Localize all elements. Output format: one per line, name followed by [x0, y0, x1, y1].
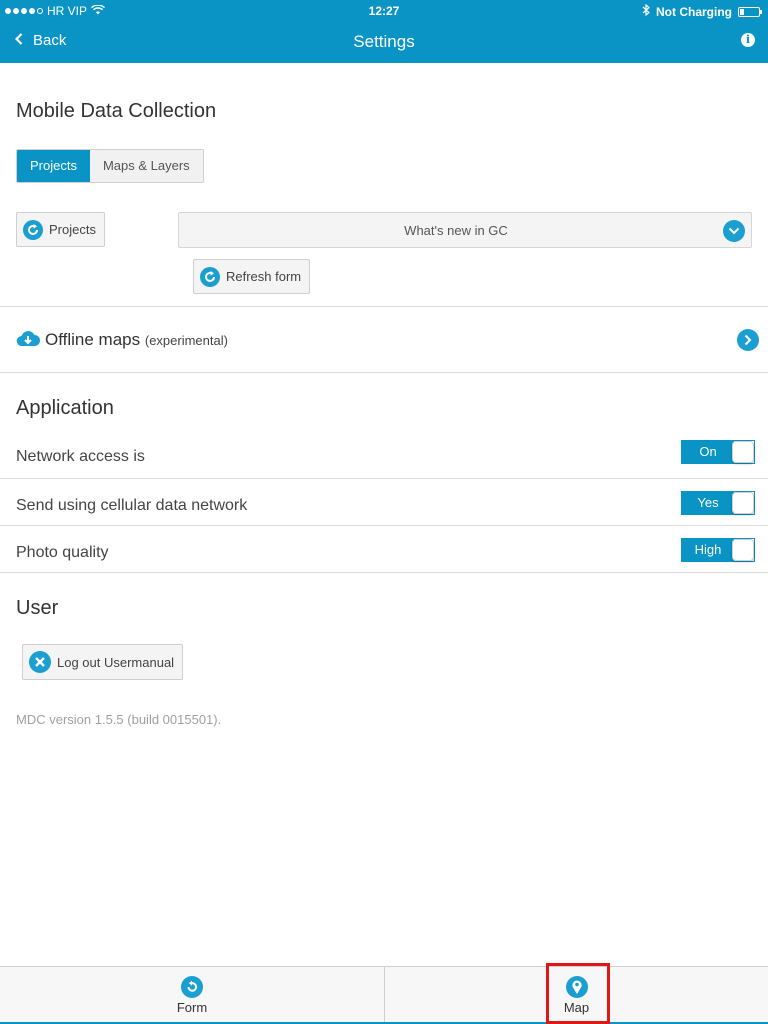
- version-text: MDC version 1.5.5 (build 0015501).: [16, 712, 222, 727]
- tab-map-label: Map: [563, 1000, 590, 1015]
- divider: [0, 372, 768, 373]
- logout-label: Log out Usermanual: [57, 654, 175, 670]
- toggle-knob: [732, 492, 754, 514]
- logout-button[interactable]: Log out Usermanual: [22, 644, 184, 680]
- section-title-application: Application: [16, 397, 114, 419]
- navigation-bar: Back Settings i: [0, 22, 768, 63]
- cellular-data-toggle[interactable]: Yes: [681, 491, 755, 515]
- project-select-value: What's new in GC: [404, 223, 508, 238]
- tab-maps-layers[interactable]: Maps & Layers: [89, 150, 203, 182]
- status-bar: HR VIP 12:27 Not Charging: [0, 0, 768, 22]
- bottom-tab-bar: Form Map: [0, 966, 768, 1024]
- project-select[interactable]: What's new in GC: [178, 212, 752, 248]
- chevron-right-icon: [737, 329, 759, 351]
- offline-maps-row[interactable]: Offline maps (experimental): [0, 307, 768, 372]
- toggle-knob: [732, 539, 754, 561]
- refresh-icon: [200, 266, 220, 287]
- bluetooth-icon: [642, 3, 650, 19]
- toggle-state: High: [682, 539, 734, 561]
- refresh-form-label: Refresh form: [226, 269, 302, 284]
- page-title: Settings: [353, 32, 415, 51]
- photo-quality-label: Photo quality: [16, 544, 109, 561]
- projects-refresh-button[interactable]: Projects: [16, 212, 105, 247]
- cloud-download-icon: [16, 330, 40, 353]
- offline-maps-subtitle: (experimental): [144, 333, 228, 348]
- form-icon: [181, 976, 203, 998]
- close-icon: [29, 651, 51, 673]
- network-access-toggle[interactable]: On: [681, 440, 755, 464]
- network-access-label: Network access is: [16, 448, 145, 465]
- divider: [0, 525, 768, 526]
- section-title-user: User: [16, 597, 59, 619]
- charging-status: Not Charging: [656, 4, 732, 19]
- refresh-form-button[interactable]: Refresh form: [193, 259, 311, 294]
- mdc-tab-switch: Projects Maps & Layers: [16, 149, 204, 183]
- tab-form-label: Form: [176, 1000, 208, 1015]
- info-icon[interactable]: i: [741, 33, 755, 47]
- divider: [0, 478, 768, 479]
- photo-quality-toggle[interactable]: High: [681, 538, 755, 562]
- status-right: Not Charging: [642, 3, 762, 19]
- tab-projects[interactable]: Projects: [17, 150, 90, 182]
- toggle-state: Yes: [682, 492, 734, 514]
- cellular-data-label: Send using cellular data network: [16, 497, 248, 514]
- tab-form[interactable]: Form: [0, 967, 384, 1023]
- projects-button-label: Projects: [49, 222, 96, 237]
- offline-maps-title: Offline maps: [45, 330, 141, 349]
- toggle-state: On: [682, 441, 734, 463]
- refresh-icon: [23, 219, 43, 240]
- map-pin-icon: [565, 976, 588, 998]
- tab-map[interactable]: Map: [385, 967, 768, 1023]
- offline-maps-label: Offline maps (experimental): [45, 330, 228, 350]
- divider: [0, 572, 768, 573]
- chevron-down-icon: [723, 220, 745, 242]
- section-title-mdc: Mobile Data Collection: [16, 100, 217, 122]
- top-bar: HR VIP 12:27 Not Charging Back Settings …: [0, 0, 768, 63]
- toggle-knob: [732, 441, 754, 463]
- battery-icon: [738, 6, 762, 17]
